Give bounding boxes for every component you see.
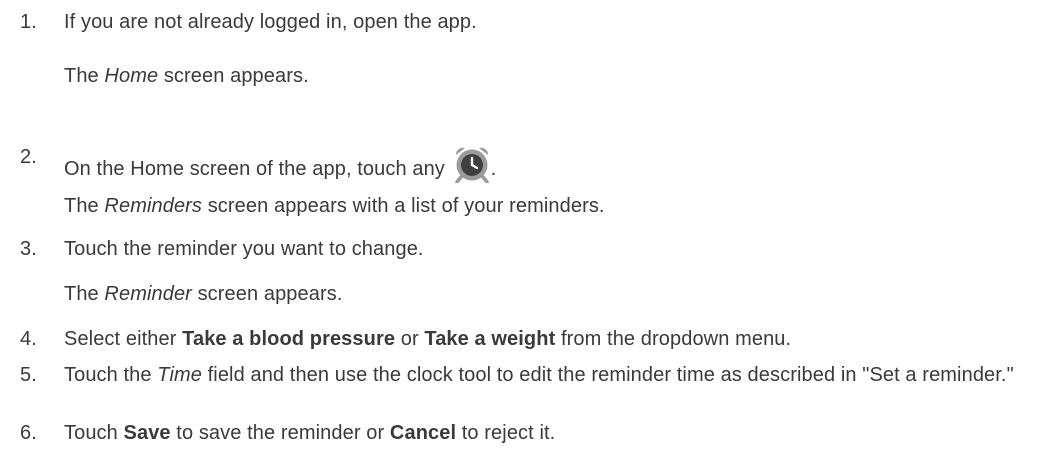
instruction-text: Touch [64,422,124,444]
step-instruction: Select either Take a blood pressure or T… [64,327,791,351]
instruction-text: field and then use the clock tool to edi… [201,364,1014,386]
cancel-label: Cancel [389,422,457,444]
step-instruction: If you are not already logged in, open t… [64,11,477,33]
step-number: 1. [20,11,37,33]
step-number: 4. [20,328,37,350]
instruction-text: On the Home screen of the app, touch any [64,158,451,180]
step-instruction: On the Home screen of the app, touch any… [64,145,496,183]
step-instruction: Touch the reminder you want to change. [64,238,424,260]
step-number: 6. [20,422,37,444]
result-text: The [64,283,105,305]
result-text: screen appears. [158,65,309,87]
result-text: The [64,195,105,217]
step-instruction: Touch Save to save the reminder or Cance… [64,421,555,445]
result-text: The [64,65,105,87]
save-label: Save [123,422,171,444]
step-number: 3. [20,238,37,260]
instruction-text: . [490,158,497,180]
step-instruction: Touch the Time field and then use the cl… [64,363,1024,387]
instruction-text: Select either [64,328,183,350]
step-result: The Reminders screen appears with a list… [64,194,605,218]
instruction-text: Touch the [64,364,158,386]
step-result: The Home screen appears. [64,64,309,88]
result-text: screen appears. [191,283,343,305]
step-result: The Reminder screen appears. [64,282,343,306]
result-text: screen appears with a list of your remin… [202,195,605,217]
option-label: Take a blood pressure [182,328,396,350]
screen-name: Reminder [104,283,192,305]
screen-name: Home [104,65,159,87]
instruction-text: or [395,328,425,350]
screen-name: Reminders [104,195,203,217]
field-name: Time [157,364,202,386]
instruction-text: from the dropdown menu. [555,328,792,350]
instruction-text: to save the reminder or [170,422,390,444]
alarm-clock-icon [454,147,489,183]
step-number: 2. [20,146,37,168]
instruction-text: to reject it. [456,422,556,444]
step-number: 5. [20,364,37,386]
option-label: Take a weight [424,328,556,350]
